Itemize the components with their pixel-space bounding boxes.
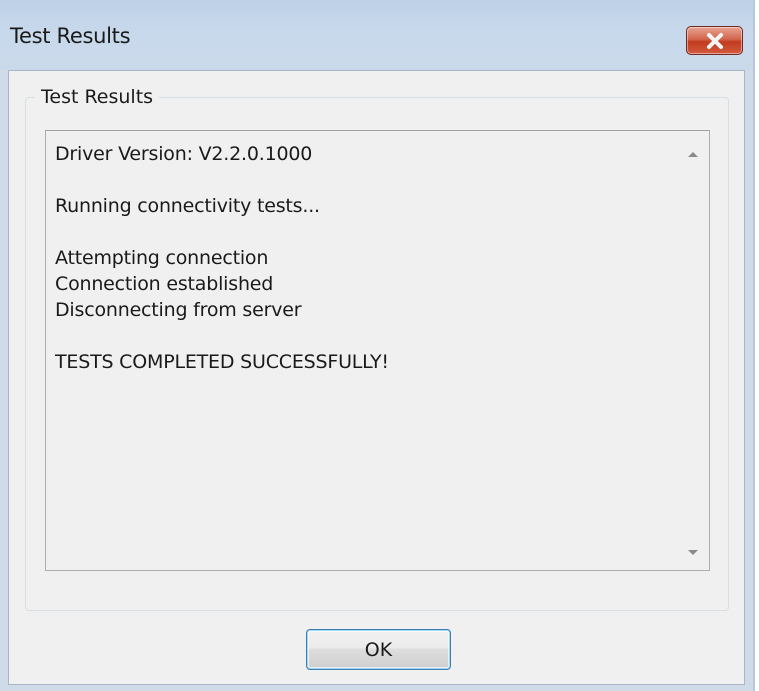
window-title: Test Results <box>10 24 131 48</box>
results-textbox[interactable]: Driver Version: V2.2.0.1000 Running conn… <box>45 130 710 571</box>
results-line: Disconnecting from server <box>55 299 302 321</box>
vertical-scrollbar[interactable] <box>676 131 709 570</box>
dialog-client-area: Test Results Driver Version: V2.2.0.1000… <box>8 70 745 685</box>
dialog-window: Test Results Test Results Driver Version… <box>0 0 755 691</box>
results-text: Driver Version: V2.2.0.1000 Running conn… <box>55 141 665 375</box>
results-line: Driver Version: V2.2.0.1000 <box>55 143 313 165</box>
close-icon <box>687 27 742 54</box>
results-line: Attempting connection <box>55 247 269 269</box>
results-line <box>55 219 665 245</box>
results-line: TESTS COMPLETED SUCCESSFULLY! <box>55 351 389 373</box>
scroll-up-button[interactable] <box>676 137 709 167</box>
title-bar[interactable]: Test Results <box>0 0 753 70</box>
groupbox-legend: Test Results <box>35 86 160 108</box>
scroll-down-arrow-icon <box>687 542 699 561</box>
results-line <box>55 323 665 349</box>
results-line: Running connectivity tests... <box>55 195 320 217</box>
ok-button[interactable]: OK <box>306 629 451 670</box>
results-line: Connection established <box>55 273 274 295</box>
close-button[interactable] <box>686 26 743 55</box>
scroll-up-arrow-icon <box>687 143 699 162</box>
results-line <box>55 167 665 193</box>
scroll-down-button[interactable] <box>676 536 709 566</box>
